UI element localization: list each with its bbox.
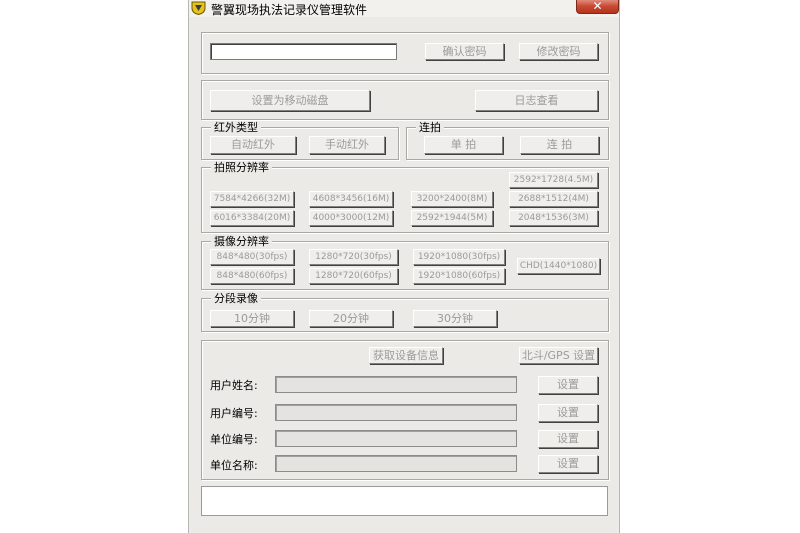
- segment-10min-button[interactable]: 10分钟: [210, 310, 294, 327]
- password-input[interactable]: [210, 43, 397, 60]
- set-unit-id-button[interactable]: 设置: [538, 430, 598, 448]
- burst-legend: 连拍: [416, 121, 444, 134]
- window-title: 警翼现场执法记录仪管理软件: [211, 3, 368, 17]
- photo-res-2592x1944[interactable]: 2592*1944(5M): [411, 210, 493, 226]
- confirm-password-button[interactable]: 确认密码: [425, 43, 504, 60]
- change-password-button[interactable]: 修改密码: [519, 43, 598, 60]
- photo-res-6016x3384[interactable]: 6016*3384(20M): [210, 210, 294, 226]
- unit-id-label: 单位编号:: [210, 433, 258, 446]
- photo-res-2048x1536[interactable]: 2048*1536(3M): [509, 210, 598, 226]
- user-name-field[interactable]: [275, 376, 517, 393]
- user-name-label: 用户姓名:: [210, 379, 258, 392]
- video-res-1280x720-30[interactable]: 1280*720(30fps): [309, 249, 398, 265]
- status-output-box: [201, 486, 608, 516]
- manual-infrared-button[interactable]: 手动红外: [309, 136, 385, 154]
- photo-res-2592x1728[interactable]: 2592*1728(4.5M): [509, 172, 598, 188]
- title-bar: 警翼现场执法记录仪管理软件 ✕: [189, 0, 619, 17]
- photo-res-4000x3000[interactable]: 4000*3000(12M): [309, 210, 393, 226]
- gps-settings-button[interactable]: 北斗/GPS 设置: [519, 347, 598, 364]
- unit-id-field[interactable]: [275, 430, 517, 447]
- app-window: 警翼现场执法记录仪管理软件 ✕ 确认密码 修改密码 设置为移动磁盘 日志查看 红…: [188, 0, 620, 533]
- segment-30min-button[interactable]: 30分钟: [413, 310, 497, 327]
- infrared-legend: 红外类型: [211, 121, 261, 134]
- segment-20min-button[interactable]: 20分钟: [309, 310, 393, 327]
- unit-name-label: 单位名称:: [210, 459, 258, 472]
- set-unit-name-button[interactable]: 设置: [538, 455, 598, 473]
- video-resolution-legend: 摄像分辨率: [211, 235, 272, 248]
- user-id-label: 用户编号:: [210, 407, 258, 420]
- unit-name-field[interactable]: [275, 455, 517, 472]
- view-log-button[interactable]: 日志查看: [475, 90, 598, 111]
- set-user-name-button[interactable]: 设置: [538, 376, 598, 394]
- video-res-1920x1080-60[interactable]: 1920*1080(60fps): [413, 268, 505, 284]
- video-res-chd-1440x1080[interactable]: CHD(1440*1080): [517, 258, 600, 274]
- photo-res-3200x2400[interactable]: 3200*2400(8M): [411, 191, 493, 207]
- auto-infrared-button[interactable]: 自动红外: [210, 136, 296, 154]
- user-id-field[interactable]: [275, 404, 517, 421]
- continuous-shot-button[interactable]: 连 拍: [520, 136, 599, 154]
- photo-res-4608x3456[interactable]: 4608*3456(16M): [309, 191, 393, 207]
- video-res-1280x720-60[interactable]: 1280*720(60fps): [309, 268, 398, 284]
- video-res-848x480-30[interactable]: 848*480(30fps): [210, 249, 294, 265]
- photo-resolution-legend: 拍照分辨率: [211, 161, 272, 174]
- close-button[interactable]: ✕: [576, 0, 619, 14]
- video-res-1920x1080-30[interactable]: 1920*1080(30fps): [413, 249, 505, 265]
- segment-recording-legend: 分段录像: [211, 292, 261, 305]
- single-shot-button[interactable]: 单 拍: [424, 136, 503, 154]
- set-mobile-disk-button[interactable]: 设置为移动磁盘: [210, 90, 370, 111]
- video-res-848x480-60[interactable]: 848*480(60fps): [210, 268, 294, 284]
- photo-res-2688x1512[interactable]: 2688*1512(4M): [509, 191, 598, 207]
- photo-res-7584x4266[interactable]: 7584*4266(32M): [210, 191, 294, 207]
- set-user-id-button[interactable]: 设置: [538, 404, 598, 422]
- shield-logo-icon: [191, 1, 206, 15]
- get-device-info-button[interactable]: 获取设备信息: [369, 347, 443, 364]
